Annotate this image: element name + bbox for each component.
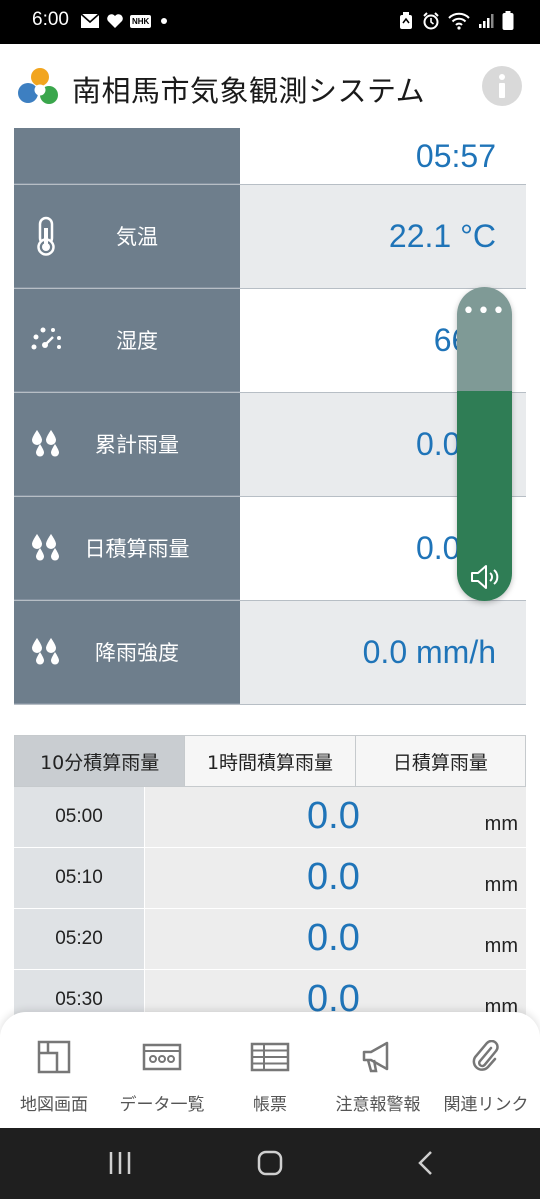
signal-icon xyxy=(479,14,494,28)
cumulative-rain-row: 累計雨量 0.0 m xyxy=(14,393,526,497)
notification-icons: NHK xyxy=(80,13,168,29)
nav-report[interactable]: 帳票 xyxy=(216,1012,324,1128)
rainfall-unit: mm xyxy=(484,813,518,835)
page-title: 南相馬市気象観測システム xyxy=(72,74,426,108)
nav-report-label: 帳票 xyxy=(253,1095,287,1115)
status-time: 6:00 xyxy=(32,9,69,30)
nhk-icon: NHK xyxy=(130,14,152,28)
nav-data-list[interactable]: データ一覧 xyxy=(108,1012,216,1128)
rainfall-value-cell: 0.0 mm xyxy=(145,787,526,847)
tab-daily-rainfall[interactable]: 日積算雨量 xyxy=(355,736,525,786)
humidity-icon xyxy=(26,320,66,360)
rainfall-value: 0.0 xyxy=(307,856,360,898)
humidity-row: 湿度 66.8 xyxy=(14,289,526,393)
table-row: 05:20 0.0 mm xyxy=(14,909,526,970)
table-icon xyxy=(250,1040,290,1074)
rainfall-value-cell: 0.0 mm xyxy=(145,909,526,969)
observation-time: 05:57 xyxy=(240,128,526,184)
app-header: 南相馬市気象観測システム xyxy=(0,44,540,128)
system-status-icons xyxy=(398,11,514,31)
tab-1hour-rainfall[interactable]: 1時間積算雨量 xyxy=(185,736,356,786)
daily-rain-row: 日積算雨量 0.0 m xyxy=(14,497,526,601)
recents-button[interactable] xyxy=(105,1148,135,1178)
volume-level-fill[interactable] xyxy=(457,391,512,601)
current-observations-table: 05:57 気温 22.1 °C 湿度 66.8 累計雨量 0.0 m xyxy=(14,128,526,705)
battery-saver-icon xyxy=(400,12,412,29)
heart-icon xyxy=(107,14,123,28)
volume-track[interactable]: ••• xyxy=(457,287,512,391)
rainfall-tabs: 10分積算雨量 1時間積算雨量 日積算雨量 xyxy=(14,735,526,787)
temperature-value: 22.1 °C xyxy=(240,185,526,288)
alarm-icon xyxy=(423,12,439,30)
more-options-icon[interactable]: ••• xyxy=(457,299,512,324)
system-navigation-bar xyxy=(0,1128,540,1199)
volume-slider[interactable]: ••• xyxy=(457,287,512,601)
humidity-label-cell: 湿度 xyxy=(14,289,240,392)
status-bar: 6:00 NHK xyxy=(0,0,540,44)
mail-icon xyxy=(80,13,100,28)
rainfall-time: 05:10 xyxy=(14,848,144,908)
speaker-icon[interactable] xyxy=(469,563,501,591)
wifi-icon xyxy=(448,12,470,30)
back-icon xyxy=(418,1151,432,1175)
nav-map[interactable]: 地図画面 xyxy=(0,1012,108,1128)
raindrops-icon xyxy=(26,528,66,568)
city-logo-icon xyxy=(18,68,58,104)
back-button[interactable] xyxy=(410,1148,440,1178)
observation-time-row: 05:57 xyxy=(14,128,526,185)
info-button[interactable] xyxy=(482,66,522,106)
dot-icon xyxy=(161,18,168,24)
nav-warnings-label: 注意報警報 xyxy=(335,1095,421,1115)
home-icon xyxy=(257,1150,283,1176)
rainfall-time: 05:00 xyxy=(14,787,144,847)
info-icon xyxy=(499,74,505,98)
rain-intensity-value: 0.0 mm/h xyxy=(240,601,526,704)
daily-rain-label-cell: 日積算雨量 xyxy=(14,497,240,600)
rainfall-time: 05:20 xyxy=(14,909,144,969)
nav-links[interactable]: 関連リンク xyxy=(432,1012,540,1128)
home-button[interactable] xyxy=(255,1148,285,1178)
nav-map-label: 地図画面 xyxy=(20,1095,88,1115)
thermometer-icon xyxy=(26,216,66,256)
nav-links-label: 関連リンク xyxy=(443,1095,529,1115)
megaphone-icon xyxy=(358,1040,398,1074)
bottom-navigation: 地図画面 データ一覧 帳票 注意報警報 関連リンク xyxy=(0,1012,540,1128)
raindrops-icon xyxy=(26,632,66,672)
nav-warnings[interactable]: 注意報警報 xyxy=(324,1012,432,1128)
cumulative-rain-label-cell: 累計雨量 xyxy=(14,393,240,496)
rainfall-list: 05:00 0.0 mm 05:10 0.0 mm 05:20 0.0 mm 0… xyxy=(14,787,526,1031)
temperature-label-cell: 気温 xyxy=(14,185,240,288)
raindrops-icon xyxy=(26,424,66,464)
rainfall-value: 0.0 xyxy=(307,795,360,837)
data-list-icon xyxy=(142,1040,182,1074)
rainfall-value-cell: 0.0 mm xyxy=(145,848,526,908)
rain-intensity-label-cell: 降雨強度 xyxy=(14,601,240,704)
table-row: 05:00 0.0 mm xyxy=(14,787,526,848)
battery-icon xyxy=(502,11,514,30)
rain-intensity-row: 降雨強度 0.0 mm/h xyxy=(14,601,526,705)
paperclip-icon xyxy=(466,1040,506,1074)
rainfall-value: 0.0 xyxy=(307,917,360,959)
map-icon xyxy=(34,1040,74,1074)
nav-data-list-label: データ一覧 xyxy=(119,1095,205,1115)
observation-time-label xyxy=(14,128,240,184)
recents-icon xyxy=(109,1152,131,1174)
table-row: 05:10 0.0 mm xyxy=(14,848,526,909)
rainfall-unit: mm xyxy=(484,874,518,896)
rainfall-unit: mm xyxy=(484,935,518,957)
tab-10min-rainfall[interactable]: 10分積算雨量 xyxy=(15,736,186,786)
temperature-row: 気温 22.1 °C xyxy=(14,185,526,289)
